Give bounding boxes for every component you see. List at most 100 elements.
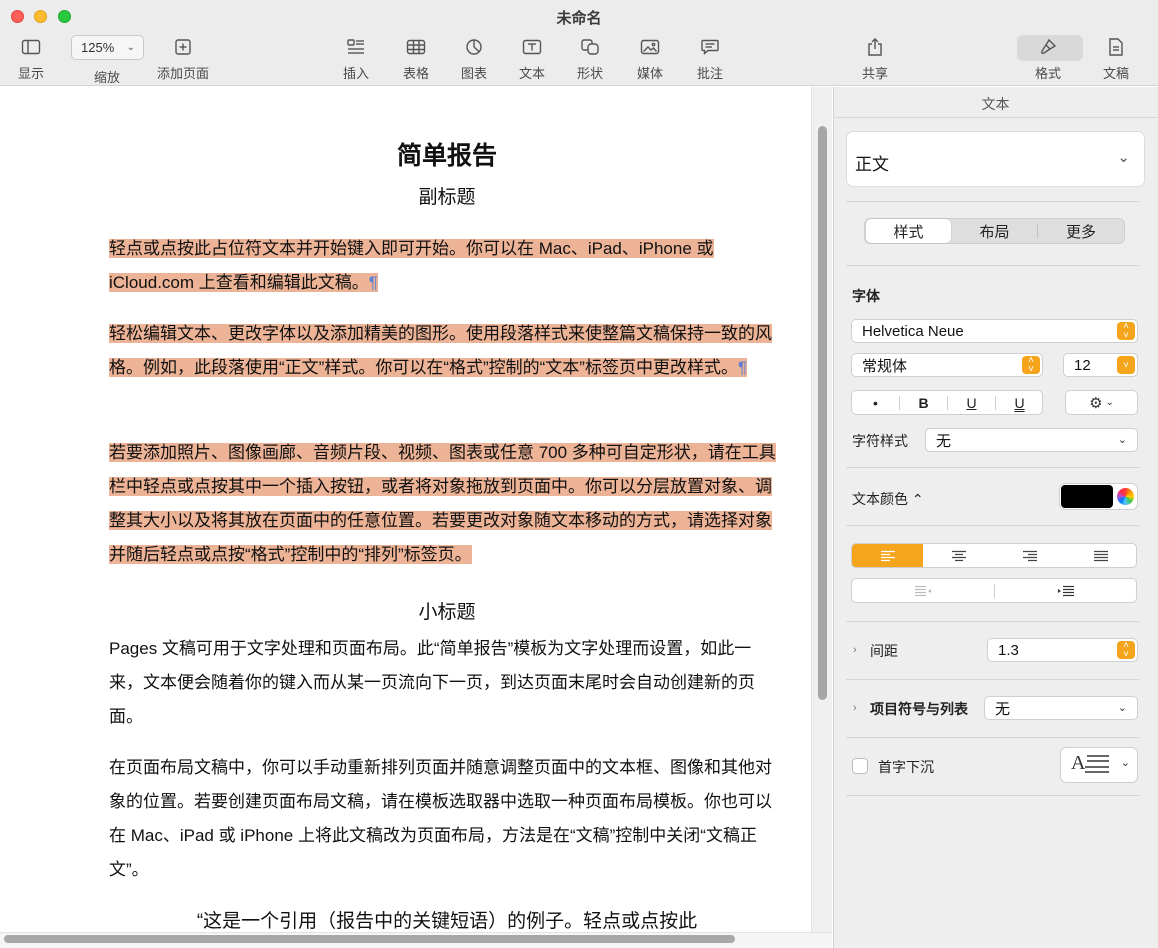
updown-chevron-icon: ˄ ˅ (1117, 641, 1135, 660)
increase-indent-button[interactable] (995, 579, 1137, 602)
updown-chevron-icon: ˄ ˅ (1022, 356, 1040, 375)
share-icon (866, 34, 884, 60)
text-format-buttons: • B U U (851, 390, 1043, 415)
text-color-label[interactable]: 文本颜色 ⌃ (852, 489, 924, 509)
toolbar-text-button[interactable]: 文本 (519, 34, 545, 82)
divider (846, 737, 1139, 738)
underline-button[interactable]: U (948, 391, 995, 414)
toolbar-table-label: 表格 (403, 66, 430, 81)
font-size-value: 12 (1074, 356, 1091, 374)
document-icon (1108, 34, 1124, 60)
align-right-button[interactable] (994, 544, 1065, 567)
add-page-icon (174, 34, 192, 60)
divider (846, 525, 1139, 526)
horizontal-scrollbar-thumb[interactable] (4, 935, 735, 943)
pull-quote[interactable]: “这是一个引用（报告中的关键短语）的例子。轻点或点按此 (109, 906, 785, 933)
toolbar-chart-label: 图表 (461, 66, 488, 81)
chevron-down-icon: ⌄ (1120, 757, 1130, 769)
text-color-swatch[interactable] (1061, 485, 1113, 508)
spacing-label[interactable]: 间距 (870, 641, 898, 661)
pie-chart-icon (465, 34, 483, 60)
zoom-popup[interactable]: 125% ⌄ (71, 35, 144, 60)
body-paragraph-3[interactable]: 若要添加照片、图像画廊、音频片段、视频、图表或任意 700 多种可自定形状，请在… (109, 436, 785, 572)
body-paragraph-4[interactable]: Pages 文稿可用于文字处理和页面布局。此“简单报告”模板为文字处理而设置，如… (109, 632, 785, 734)
toolbar-share-button[interactable]: 共享 (862, 34, 888, 82)
font-family-popup[interactable]: Helvetica Neue ˄ ˅ (851, 319, 1138, 343)
inspector-segmented-tabs: 样式 布局 更多 (864, 218, 1125, 244)
inspector-tab-text[interactable]: 文本 (833, 87, 1158, 118)
align-center-icon (951, 550, 966, 561)
chevron-down-icon: ˅ (1117, 356, 1135, 374)
paragraph-2-text: 轻松编辑文本、更改字体以及添加精美的图形。使用段落样式来使整篇文稿保持一致的风格… (109, 324, 772, 377)
table-icon (406, 34, 426, 60)
vertical-scrollbar-thumb[interactable] (818, 126, 827, 700)
toolbar-add-page-button[interactable]: 添加页面 (157, 34, 209, 82)
char-style-label: 字符样式 (852, 433, 908, 449)
toolbar-insert-button[interactable]: 插入 (343, 34, 369, 82)
chevron-down-icon: ⌄ (1117, 149, 1130, 166)
chevron-down-icon: ⌄ (1117, 434, 1127, 446)
spacing-popup[interactable]: 1.3 ˄ ˅ (987, 638, 1138, 662)
toolbar-view-label: 显示 (18, 66, 45, 81)
divider (846, 621, 1139, 622)
align-left-icon (880, 550, 895, 561)
tab-style[interactable]: 样式 (866, 219, 951, 243)
dropcap-style-button[interactable]: A ⌄ (1060, 747, 1138, 783)
align-right-icon (1022, 550, 1037, 561)
color-wheel-icon[interactable] (1117, 488, 1134, 505)
strikethrough-button[interactable]: U (996, 391, 1043, 414)
toolbar-comment-button[interactable]: 批注 (697, 34, 723, 82)
toolbar-document-button[interactable]: 文稿 (1103, 34, 1129, 82)
dropcap-label[interactable]: 首字下沉 (878, 757, 934, 777)
chevron-right-icon[interactable]: › (853, 644, 857, 656)
gear-icon: ⚙ (1089, 394, 1103, 412)
window-title: 未命名 (556, 10, 602, 27)
sidebar-icon (21, 34, 41, 60)
align-center-button[interactable] (923, 544, 994, 567)
chevron-down-icon: ⌄ (1117, 702, 1127, 714)
toolbar-shape-button[interactable]: 形状 (577, 34, 603, 82)
char-style-popup[interactable]: 无 ⌄ (925, 428, 1138, 452)
bullets-label[interactable]: 项目符号与列表 (870, 699, 968, 719)
dropcap-checkbox[interactable] (852, 758, 868, 774)
toolbar-chart-button[interactable]: 图表 (461, 34, 487, 82)
document-subtitle[interactable]: 副标题 (109, 182, 785, 209)
font-size-field[interactable]: 12 ˅ (1063, 353, 1138, 377)
typeface-popup[interactable]: 常规体 ˄ ˅ (851, 353, 1043, 377)
align-justify-button[interactable] (1065, 544, 1136, 567)
chevron-down-icon: ⌄ (1105, 397, 1114, 408)
divider (846, 467, 1139, 468)
body-paragraph-2[interactable]: 轻松编辑文本、更改字体以及添加精美的图形。使用段落样式来使整篇文稿保持一致的风格… (109, 317, 785, 385)
chevron-down-icon: ⌄ (126, 42, 135, 53)
toolbar-document-label: 文稿 (1103, 66, 1130, 81)
chevron-right-icon[interactable]: › (853, 702, 857, 714)
toolbar-zoom-label: 缩放 (94, 70, 121, 85)
char-style-value: 无 (936, 432, 952, 450)
tab-layout[interactable]: 布局 (952, 219, 1037, 243)
align-left-button[interactable] (852, 544, 923, 567)
format-inspector (833, 87, 1158, 948)
toolbar-table-button[interactable]: 表格 (403, 34, 429, 82)
alignment-buttons (851, 543, 1137, 568)
body-paragraph-5[interactable]: 在页面布局文稿中，你可以手动重新排列页面并随意调整页面中的文本框、图像和其他对象… (109, 751, 785, 887)
advanced-options-button[interactable]: ⚙ ⌄ (1065, 390, 1138, 415)
font-family-value: Helvetica Neue (862, 322, 964, 340)
bullets-popup[interactable]: 无 ⌄ (984, 696, 1138, 720)
bullets-value: 无 (995, 700, 1011, 718)
toolbar-media-label: 媒体 (637, 66, 664, 81)
document-heading[interactable]: 小标题 (109, 597, 785, 624)
bold-button[interactable]: B (900, 391, 947, 414)
toolbar-media-button[interactable]: 媒体 (637, 34, 663, 82)
bullet-button[interactable]: • (852, 391, 899, 414)
shape-icon (580, 34, 600, 60)
decrease-indent-button[interactable] (852, 579, 994, 602)
toolbar-format-button[interactable]: 格式 (1035, 34, 1061, 82)
document-title[interactable]: 简单报告 (109, 136, 785, 172)
toolbar-text-label: 文本 (519, 66, 546, 81)
paragraph-style-popup[interactable]: 正文 ⌄ (846, 131, 1145, 187)
tab-more[interactable]: 更多 (1038, 219, 1124, 243)
outdent-icon (915, 585, 931, 596)
toolbar-view-button[interactable]: 显示 (18, 34, 44, 82)
body-paragraph-1[interactable]: 轻点或点按此占位符文本并开始键入即可开始。你可以在 Mac、iPad、iPhon… (109, 232, 785, 300)
photo-icon (640, 34, 660, 60)
